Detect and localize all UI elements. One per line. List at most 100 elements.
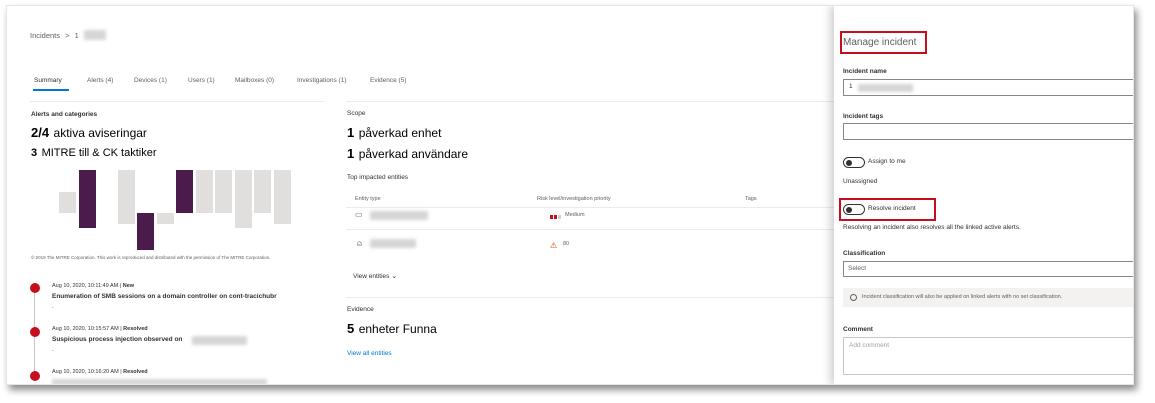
column-tags: Tags [745, 196, 757, 202]
column-entity-type: Entity type [355, 196, 381, 202]
classification-dropdown[interactable]: Select [843, 261, 1134, 277]
timeline-item-meta: Aug 10, 2020, 10:16:20 AM | Resolved [52, 369, 148, 375]
tactic-bar [117, 170, 135, 213]
comment-placeholder: Add comment [849, 342, 890, 349]
tactic-bar [195, 170, 213, 213]
tactic-bar [117, 213, 135, 225]
timeline-status: Resolved [123, 369, 148, 375]
tactic-bar [234, 213, 252, 228]
evidence-label: enheter Funna [358, 322, 437, 336]
chevron-right-icon: > [65, 31, 70, 40]
timeline-alert-title[interactable]: Suspicious process injection observed on [52, 336, 182, 343]
info-icon [850, 294, 857, 301]
risk-level: Medium [565, 212, 585, 218]
timeline-time: Aug 10, 2020, 10:16:20 AM [52, 369, 119, 375]
chevron-down-icon: ⌄ [391, 273, 398, 280]
comment-textarea[interactable]: Add comment [843, 337, 1134, 375]
tactic-bar [78, 213, 96, 228]
tactic-bar [78, 170, 96, 213]
tactic-bar [59, 191, 76, 213]
impacted-devices-count: 1 [347, 125, 355, 140]
mitre-count: 3 [31, 147, 38, 159]
active-alerts-summary: 2/4 aktiva aviseringar [31, 124, 147, 142]
redacted-device-name [192, 336, 247, 345]
top-entities-title: Top impacted entities [347, 174, 409, 181]
redacted-user-name[interactable] [370, 239, 416, 248]
manage-incident-panel: Manage incident Incident name 1 Incident… [834, 5, 1134, 385]
tab-investigations[interactable]: Investigations (1) [297, 77, 347, 84]
divider [346, 101, 834, 102]
investigation-priority: 80 [563, 241, 570, 247]
divider [346, 229, 834, 230]
tab-devices[interactable]: Devices (1) [134, 77, 167, 84]
active-alerts-count: 2/4 [31, 125, 50, 140]
breadcrumb-current: 1 [74, 31, 79, 40]
timeline-dot [30, 283, 40, 293]
tactic-bar [156, 213, 174, 225]
tab-evidence[interactable]: Evidence (5) [370, 77, 407, 84]
user-icon: ⍝ [357, 239, 362, 248]
tactic-bar [273, 170, 291, 213]
severity-bars-icon [550, 215, 562, 219]
resolve-incident-note: Resolving an incident also resolves all … [843, 224, 1021, 231]
breadcrumb-root[interactable]: Incidents [30, 31, 60, 40]
timeline-status: New [122, 283, 135, 289]
resolve-incident-label: Resolve incident [868, 205, 916, 212]
view-entities-link[interactable]: View entities ⌄ [353, 272, 397, 280]
view-entities-label: View entities [353, 273, 390, 280]
timeline-dot [30, 371, 40, 381]
tab-summary[interactable]: Summary [34, 77, 62, 84]
panel-title: Manage incident [843, 37, 917, 48]
evidence-count: 5 [347, 321, 355, 336]
incident-name-label: Incident name [843, 68, 887, 75]
active-tab-indicator [33, 89, 69, 91]
active-alerts-label: aktiva aviseringar [53, 126, 147, 140]
redacted-incident-id [84, 30, 106, 40]
timeline-alert-title[interactable]: Enumeration of SMB sessions on a domain … [52, 293, 277, 300]
timeline-item-meta: Aug 10, 2020, 10:15:57 AM | Resolved [52, 326, 148, 332]
tab-mailboxes[interactable]: Mailboxes (0) [235, 77, 274, 84]
incident-name-value: 1 [849, 83, 853, 90]
tactic-bar [215, 170, 232, 213]
mitre-label: MITRE till & CK taktiker [41, 147, 157, 159]
breadcrumb: Incidents > 1 [30, 31, 79, 40]
impacted-users-label: påverkad användare [358, 147, 469, 161]
incident-tags-label: Incident tags [843, 113, 884, 120]
timeline-time: Aug 10, 2020, 10:11:49 AM [52, 283, 119, 289]
timeline-alert-sub: . [52, 303, 54, 310]
resolve-incident-toggle[interactable] [843, 204, 865, 215]
tactic-bar [176, 170, 193, 213]
divider [346, 207, 834, 208]
timeline-alert-sub: . [52, 346, 54, 353]
timeline-time: Aug 10, 2020, 10:15:57 AM [52, 326, 119, 332]
redacted-incident-name [858, 84, 913, 92]
impacted-devices-label: påverkad enhet [358, 126, 442, 140]
mitre-summary: 3 MITRE till & CK taktiker [31, 143, 156, 161]
mitre-copyright: © 2019 The MITRE Corporation. This work … [31, 255, 271, 260]
scope-section-title: Scope [347, 110, 366, 117]
cut-off-alert-title [52, 379, 267, 385]
warning-icon: ⚠ [550, 241, 558, 250]
divider [346, 297, 834, 298]
tactic-bar [137, 213, 154, 250]
timeline-status: Resolved [123, 326, 148, 332]
assign-to-me-toggle[interactable] [843, 157, 865, 168]
mitre-tactics-bar-chart [59, 170, 299, 250]
incident-tags-field[interactable] [843, 123, 1134, 140]
divider [30, 101, 325, 102]
computer-icon: ▭ [355, 210, 363, 219]
incident-name-field[interactable]: 1 [843, 79, 1134, 96]
classification-label: Classification [843, 250, 886, 257]
comment-label: Comment [843, 326, 873, 333]
alerts-section-title: Alerts and categories [31, 111, 98, 118]
redacted-device-name[interactable] [370, 211, 428, 220]
tab-alerts[interactable]: Alerts (4) [87, 77, 113, 84]
assignee-value: Unassigned [843, 178, 878, 185]
tactic-bar [254, 170, 271, 213]
view-all-entities-link[interactable]: View all entities [347, 350, 392, 357]
classification-info-bar: Incident classification will also be app… [843, 288, 1134, 307]
tab-users[interactable]: Users (1) [188, 77, 215, 84]
incident-window: Incidents > 1 Summary Alerts (4) Devices… [6, 5, 1134, 385]
tactic-bar [273, 213, 291, 225]
assign-to-me-label: Assign to me [868, 158, 906, 165]
